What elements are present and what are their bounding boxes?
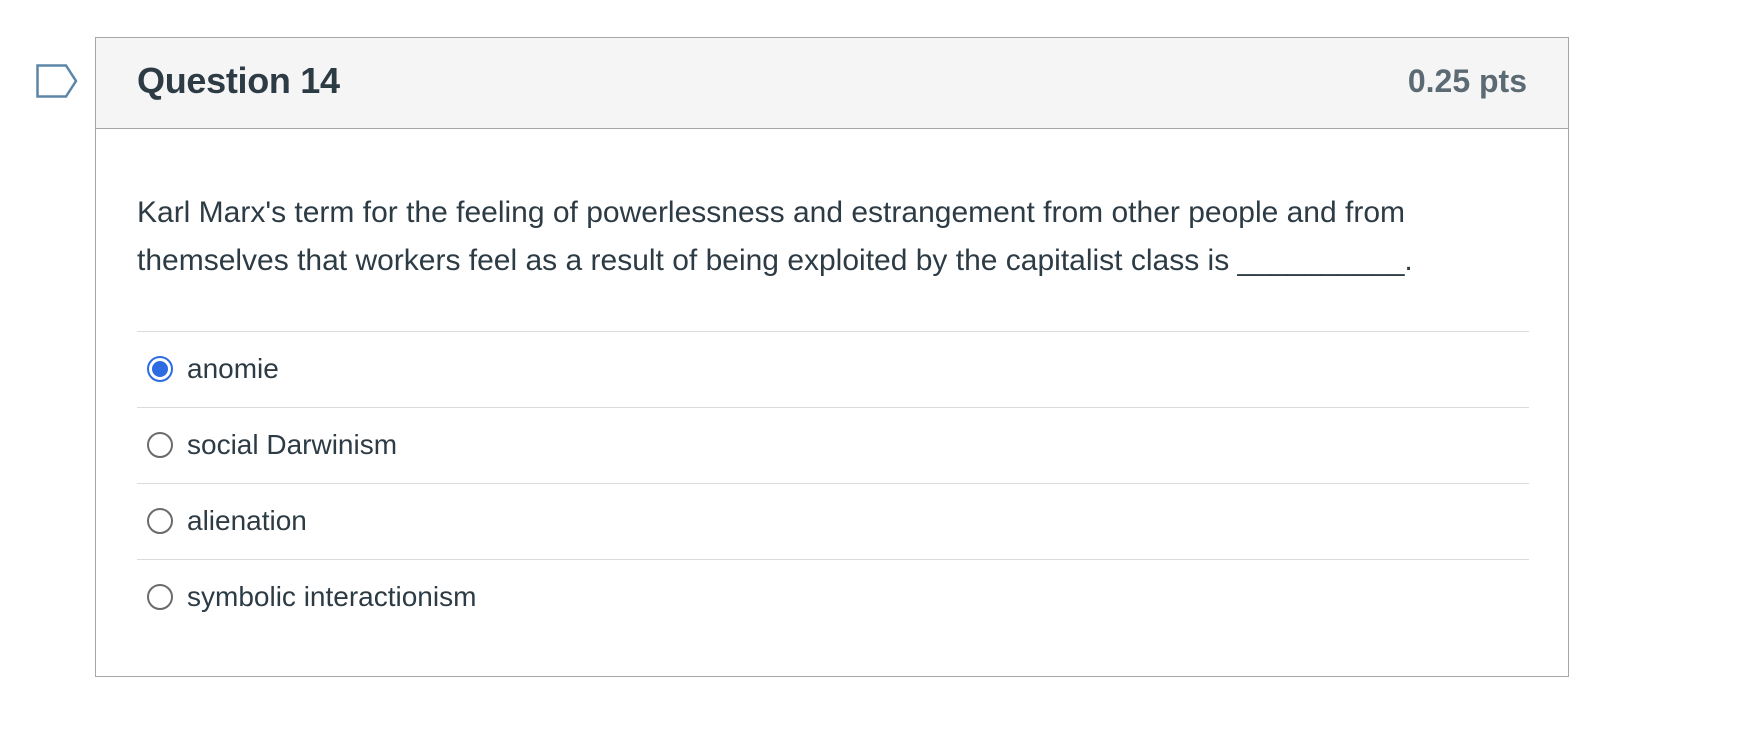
answer-label: social Darwinism (187, 429, 398, 460)
answer-option[interactable]: social Darwinism (137, 407, 1529, 483)
radio-button-selected[interactable] (147, 356, 173, 382)
question-header: Question 14 0.25 pts (96, 38, 1568, 129)
answer-label: alienation (187, 505, 307, 536)
flag-question-icon[interactable] (36, 64, 78, 98)
question-points: 0.25 pts (1407, 63, 1527, 99)
answer-label: anomie (187, 353, 279, 384)
answer-option[interactable]: anomie (137, 331, 1529, 407)
question-card: Question 14 0.25 pts Karl Marx's term fo… (95, 37, 1569, 677)
radio-button[interactable] (147, 508, 173, 534)
answer-label: symbolic interactionism (187, 581, 477, 612)
answer-option[interactable]: symbolic interactionism (137, 559, 1529, 635)
answer-list: anomie social Darwinism alienation symbo… (137, 331, 1529, 635)
radio-button[interactable] (147, 432, 173, 458)
radio-button[interactable] (147, 584, 173, 610)
answer-option[interactable]: alienation (137, 483, 1529, 559)
question-text: Karl Marx's term for the feeling of powe… (137, 196, 1413, 277)
question-title: Question 14 (137, 60, 340, 101)
